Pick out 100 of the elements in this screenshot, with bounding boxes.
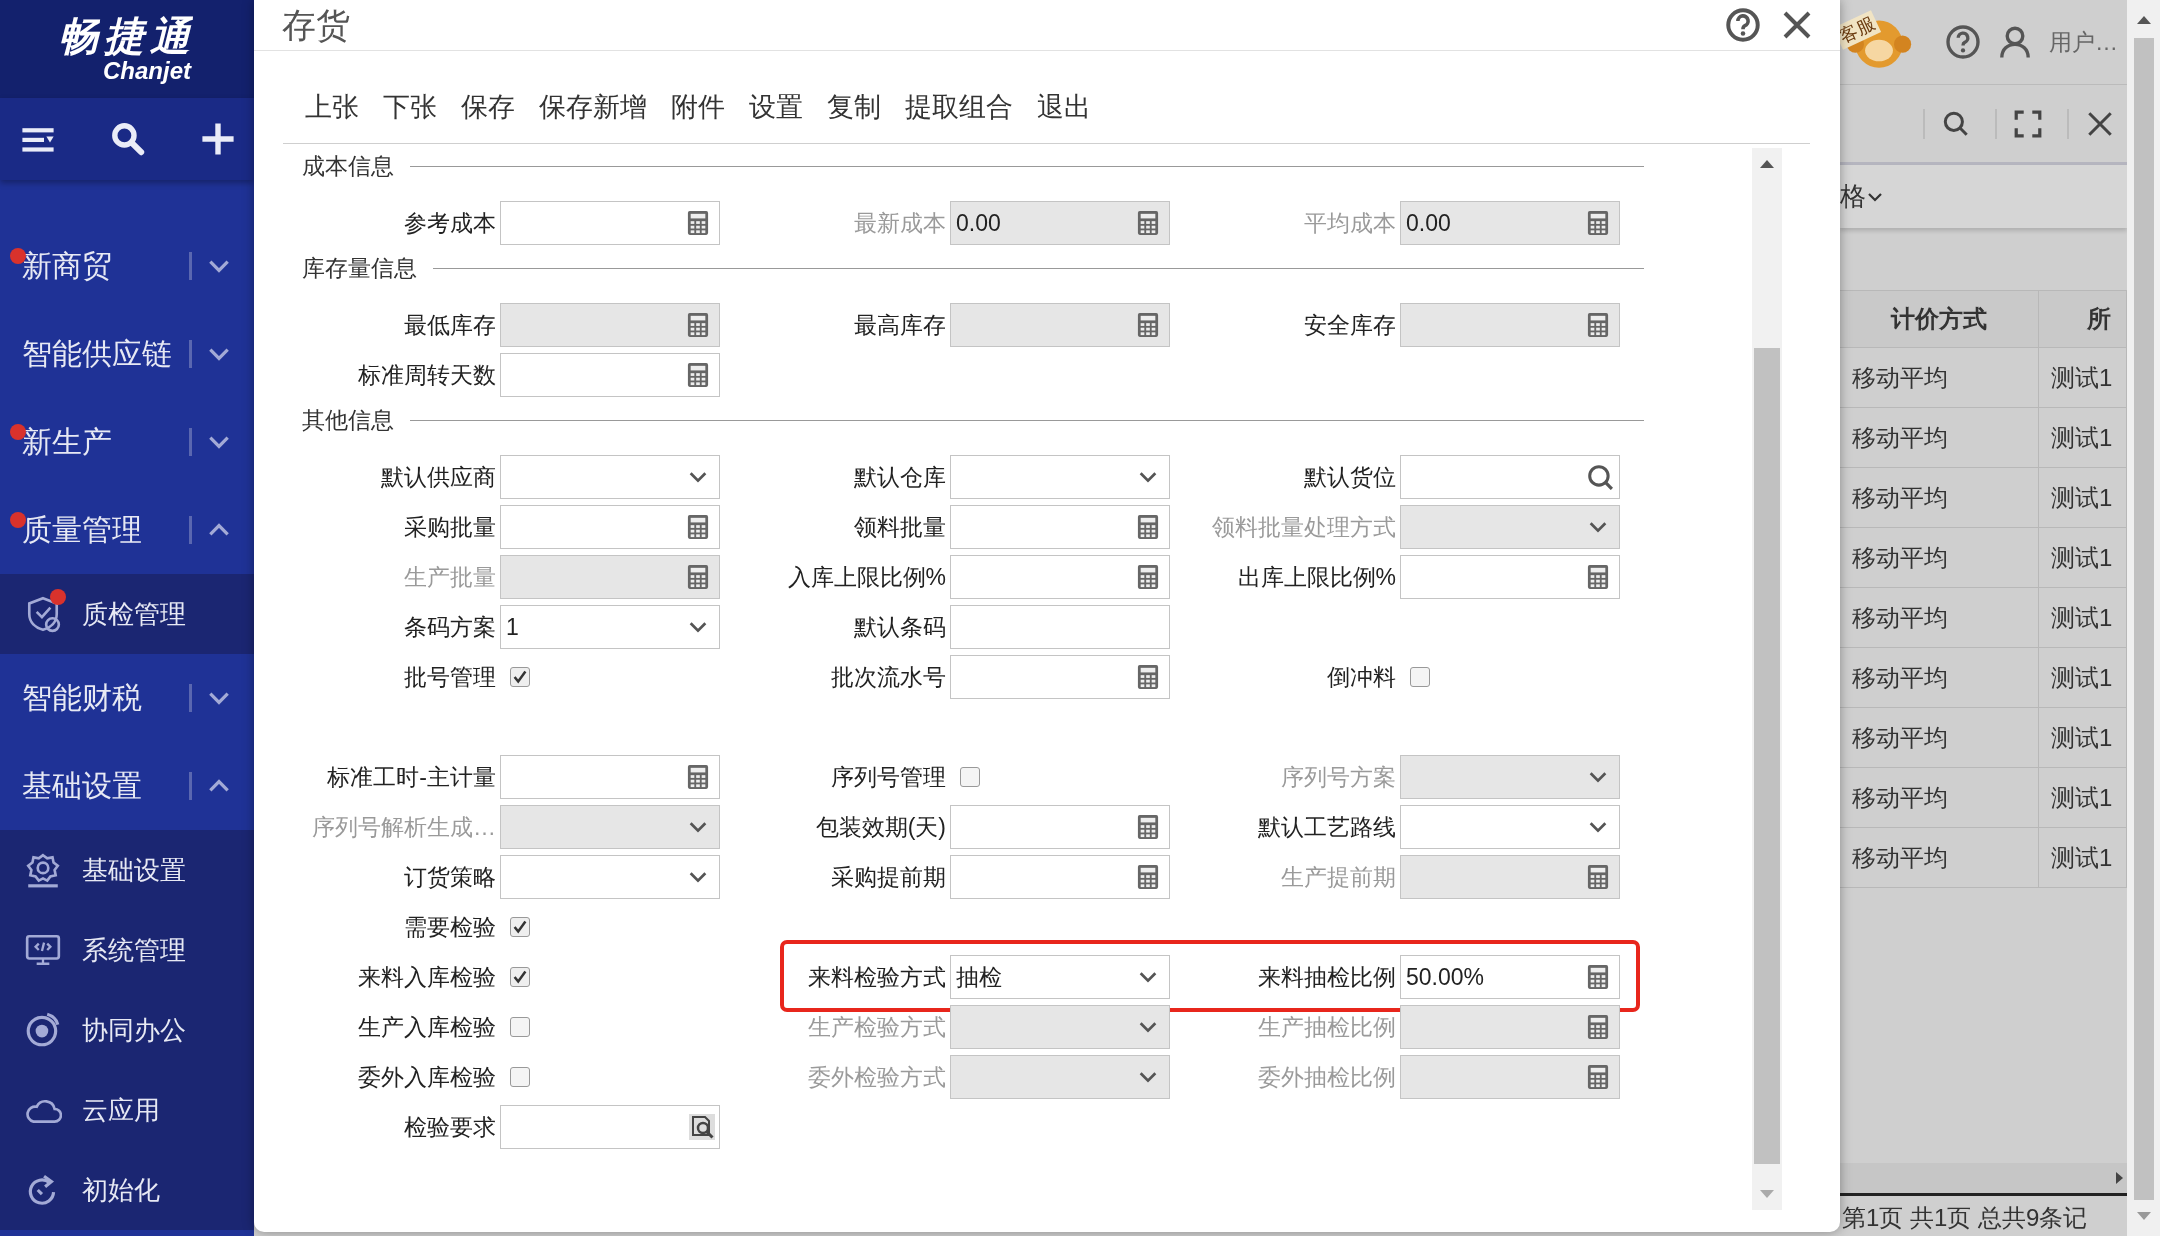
input-field[interactable] bbox=[1400, 455, 1620, 499]
input-field[interactable] bbox=[500, 755, 720, 799]
input-field[interactable] bbox=[950, 505, 1170, 549]
toolbar-button[interactable]: 复制 bbox=[827, 89, 881, 125]
table-cell: 移动平均 bbox=[1840, 408, 2039, 467]
input-field[interactable]: 50.00% bbox=[1400, 955, 1620, 999]
section-title: 库存量信息 bbox=[302, 254, 417, 283]
field-label: 序列号解析生成… bbox=[312, 812, 497, 842]
notification-dot bbox=[50, 589, 66, 605]
dropdown-field[interactable]: 抽检 bbox=[950, 955, 1170, 999]
close-icon[interactable] bbox=[2067, 108, 2115, 139]
nav-subitem[interactable]: 初始化 bbox=[0, 1150, 254, 1230]
toolbar-button[interactable]: 保存新增 bbox=[539, 89, 647, 125]
checkbox[interactable] bbox=[510, 1067, 530, 1087]
fullscreen-icon[interactable] bbox=[1995, 108, 2043, 139]
calculator-icon[interactable] bbox=[1137, 864, 1159, 890]
toolbar-button[interactable]: 附件 bbox=[671, 89, 725, 125]
toolbar-button[interactable]: 提取组合 bbox=[905, 89, 1013, 125]
document-search-icon[interactable] bbox=[687, 1112, 717, 1142]
calculator-icon[interactable] bbox=[1587, 564, 1609, 590]
checkbox[interactable] bbox=[510, 1017, 530, 1037]
checkbox[interactable] bbox=[510, 917, 530, 937]
input-field[interactable] bbox=[1400, 303, 1620, 347]
scrollbar[interactable] bbox=[1840, 1163, 2127, 1196]
column-header[interactable]: 计价方式 bbox=[1840, 291, 2039, 347]
toolbar-button[interactable]: 下张 bbox=[383, 89, 437, 125]
user-name[interactable]: 用户… bbox=[2049, 26, 2118, 58]
search-icon[interactable] bbox=[110, 121, 146, 157]
help-icon[interactable] bbox=[1945, 24, 1981, 60]
calculator-icon[interactable] bbox=[1137, 664, 1159, 690]
checkbox[interactable] bbox=[1410, 667, 1430, 687]
nav-subitem[interactable]: 云应用 bbox=[0, 1070, 254, 1150]
nav-subitem[interactable]: 协同办公 bbox=[0, 990, 254, 1070]
checkbox[interactable] bbox=[510, 667, 530, 687]
input-field[interactable] bbox=[500, 353, 720, 397]
nav-item[interactable]: 基础设置 bbox=[0, 742, 254, 830]
calculator-icon[interactable] bbox=[1587, 312, 1609, 338]
nav-subitem[interactable]: 基础设置 bbox=[0, 830, 254, 910]
dropdown-field[interactable] bbox=[500, 455, 720, 499]
dropdown-field[interactable] bbox=[950, 455, 1170, 499]
toolbar-button[interactable]: 上张 bbox=[305, 89, 359, 125]
plus-icon[interactable] bbox=[200, 121, 236, 157]
checkbox[interactable] bbox=[510, 967, 530, 987]
calculator-icon[interactable] bbox=[687, 514, 709, 540]
input-field[interactable] bbox=[950, 303, 1170, 347]
nav-item[interactable]: 质量管理 bbox=[0, 486, 254, 574]
input-field[interactable] bbox=[500, 201, 720, 245]
checkbox[interactable] bbox=[960, 767, 980, 787]
toolbar-button[interactable]: 保存 bbox=[461, 89, 515, 125]
calculator-icon[interactable] bbox=[687, 210, 709, 236]
nav-subitem[interactable]: 系统管理 bbox=[0, 910, 254, 990]
nav-item[interactable]: 智能财税 bbox=[0, 654, 254, 742]
calculator-icon[interactable] bbox=[1137, 514, 1159, 540]
input-field[interactable] bbox=[950, 605, 1170, 649]
nav-item[interactable]: 新生产 bbox=[0, 398, 254, 486]
swirl-icon bbox=[24, 1011, 62, 1049]
filter-label[interactable]: 格 bbox=[1840, 179, 1866, 214]
field-label: 安全库存 bbox=[1304, 310, 1397, 340]
calculator-icon[interactable] bbox=[1137, 312, 1159, 338]
field-label: 倒冲料 bbox=[1327, 662, 1397, 692]
dropdown-field[interactable]: 1 bbox=[500, 605, 720, 649]
input-field[interactable] bbox=[950, 805, 1170, 849]
field-label: 最高库存 bbox=[854, 310, 947, 340]
calculator-icon[interactable] bbox=[687, 362, 709, 388]
input-field[interactable] bbox=[500, 303, 720, 347]
input-field[interactable] bbox=[950, 655, 1170, 699]
field-label: 采购提前期 bbox=[831, 862, 947, 892]
field-label: 委外入库检验 bbox=[358, 1062, 497, 1092]
search-icon[interactable] bbox=[1587, 464, 1613, 490]
field-label: 检验要求 bbox=[404, 1112, 497, 1142]
dropdown-field[interactable] bbox=[1400, 805, 1620, 849]
toolbar-button[interactable]: 退出 bbox=[1037, 89, 1091, 125]
nav-item[interactable]: 新商贸 bbox=[0, 222, 254, 310]
nav-subitem[interactable]: 质检管理 bbox=[0, 574, 254, 654]
input-field[interactable] bbox=[950, 855, 1170, 899]
calculator-icon[interactable] bbox=[1587, 964, 1609, 990]
input-field[interactable] bbox=[950, 555, 1170, 599]
search-icon[interactable] bbox=[1923, 108, 1971, 139]
calculator-icon[interactable] bbox=[687, 764, 709, 790]
calculator-icon[interactable] bbox=[1137, 814, 1159, 840]
field-label: 生产抽检比例 bbox=[1258, 1012, 1397, 1042]
nav-item[interactable]: 智能供应链 bbox=[0, 310, 254, 398]
close-icon[interactable] bbox=[1782, 10, 1812, 40]
pagination-text: 第1页 共1页 总共9条记 bbox=[1841, 1203, 2089, 1233]
field-label: 默认仓库 bbox=[854, 462, 947, 492]
input-field[interactable] bbox=[1400, 555, 1620, 599]
help-icon[interactable] bbox=[1726, 8, 1760, 42]
calculator-icon[interactable] bbox=[687, 312, 709, 338]
table-cell: 移动平均 bbox=[1840, 528, 2039, 587]
toolbar-button[interactable]: 设置 bbox=[749, 89, 803, 125]
field-label: 出库上限比例% bbox=[1237, 562, 1397, 592]
scrollbar[interactable] bbox=[2127, 0, 2160, 1236]
table-cell: 移动平均 bbox=[1840, 348, 2039, 407]
scrollbar[interactable] bbox=[1752, 148, 1782, 1210]
user-icon[interactable] bbox=[1997, 24, 2033, 60]
calculator-icon[interactable] bbox=[1137, 564, 1159, 590]
input-field[interactable] bbox=[500, 505, 720, 549]
field-label: 平均成本 bbox=[1304, 208, 1397, 238]
dropdown-field[interactable] bbox=[500, 855, 720, 899]
input-field[interactable] bbox=[500, 1105, 720, 1149]
